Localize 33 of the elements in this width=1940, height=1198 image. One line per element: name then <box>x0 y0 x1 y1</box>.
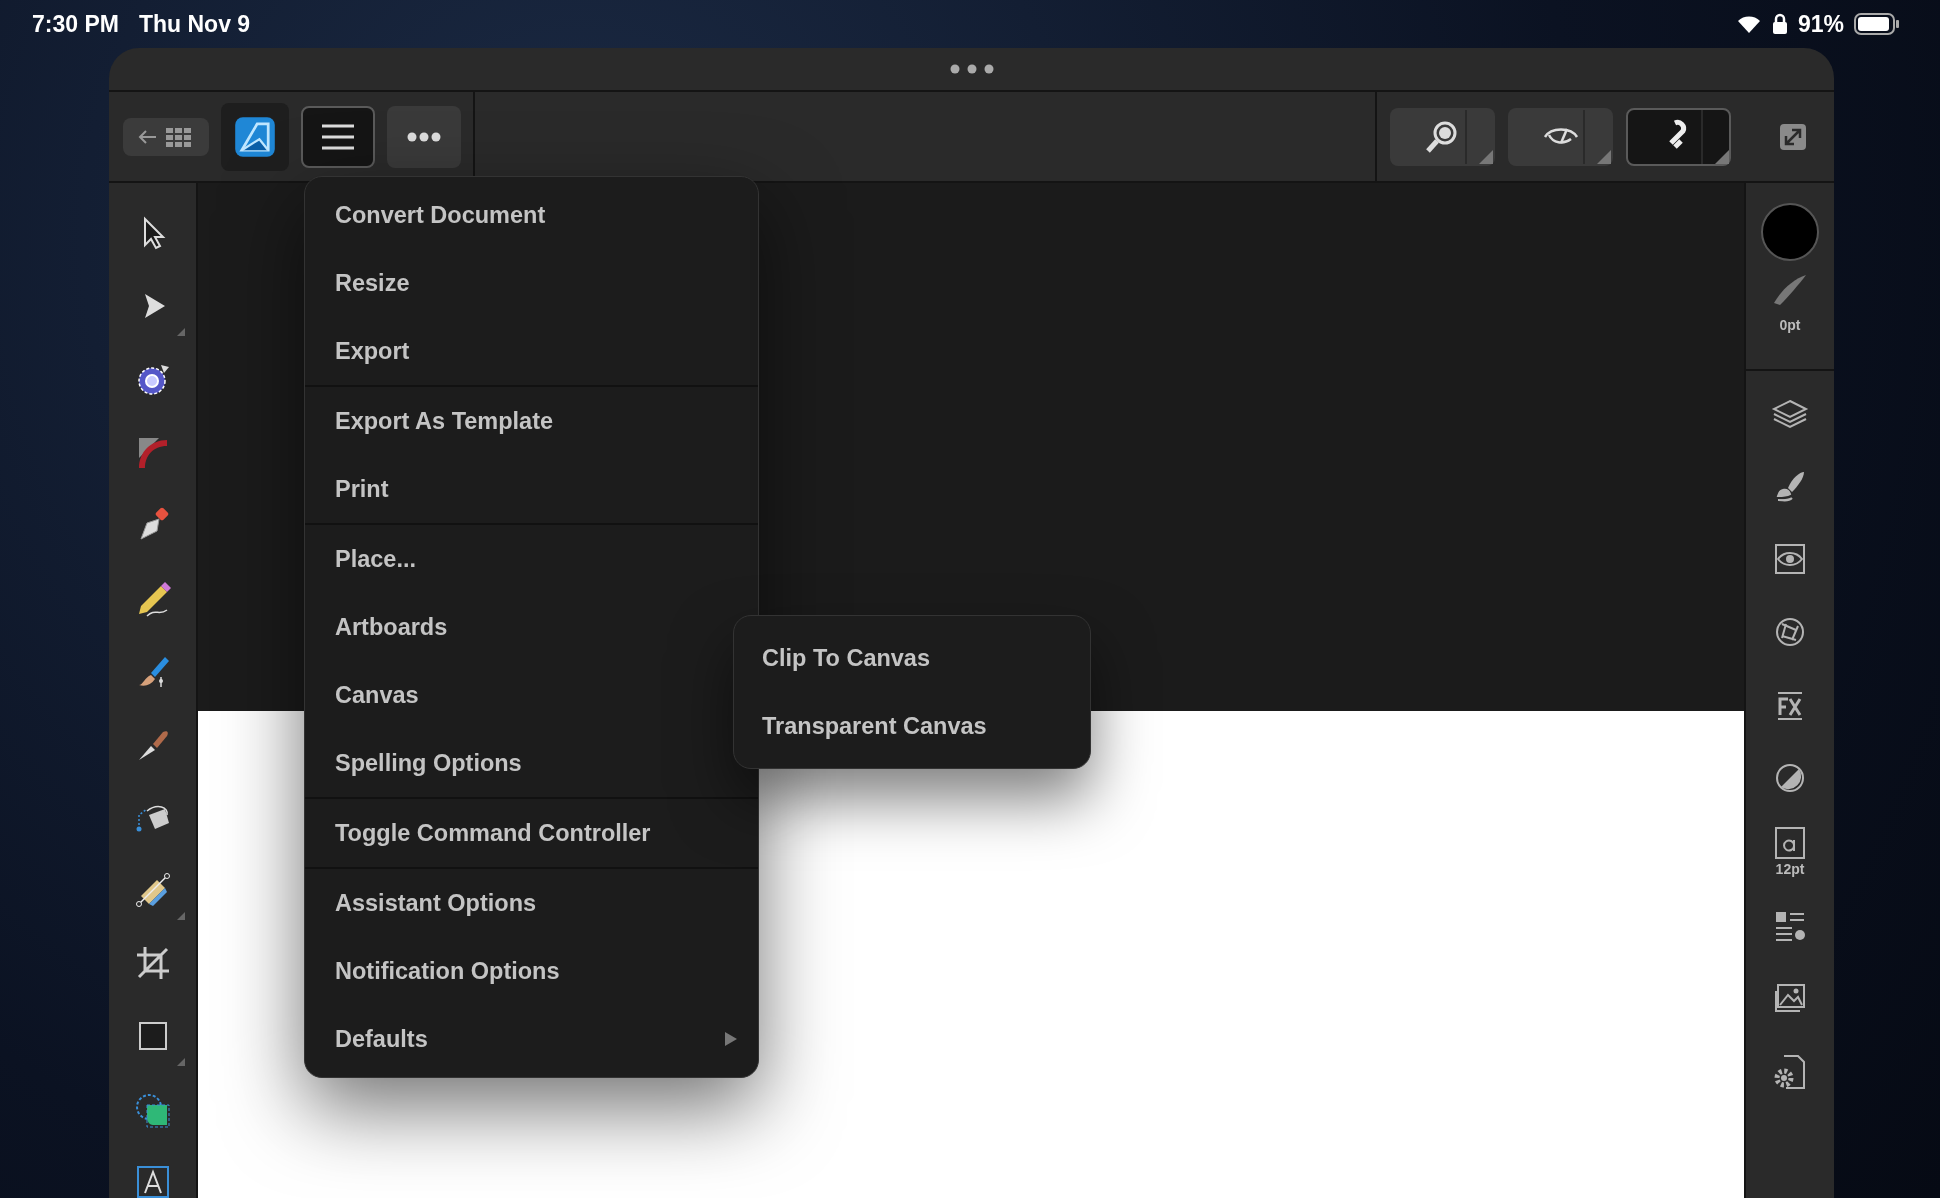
view-button[interactable] <box>1508 107 1613 166</box>
menu-item[interactable]: Assistant Options <box>305 869 758 937</box>
expand-icon[interactable] <box>1778 121 1808 152</box>
menu-item[interactable]: Print <box>305 455 758 525</box>
menu-item[interactable]: Toggle Command Controller <box>305 799 758 869</box>
menu-item[interactable]: Place... <box>305 525 758 593</box>
menu-item[interactable]: Export As Template <box>305 387 758 455</box>
battery-percent: 91% <box>1797 10 1844 38</box>
menu-item[interactable]: Export <box>305 317 758 387</box>
window-handle-icon[interactable] <box>949 64 994 74</box>
battery-icon <box>1854 13 1900 35</box>
submenu-arrow-icon <box>724 1031 738 1047</box>
menu-item[interactable]: Notification Options <box>305 937 758 1005</box>
lock-icon <box>1771 13 1788 35</box>
snapping-button[interactable] <box>1626 107 1731 166</box>
stroke-width-label: 0pt <box>1779 317 1801 333</box>
menu-item[interactable]: Resize <box>305 249 758 317</box>
corner-triangle-icon <box>176 1058 185 1066</box>
status-time: 7:30 PM <box>32 10 119 38</box>
corner-triangle-icon <box>176 912 185 920</box>
back-button[interactable] <box>123 117 209 156</box>
menu-item[interactable]: Clip To Canvas <box>734 624 1090 692</box>
status-date: Thu Nov 9 <box>138 10 251 38</box>
more-button[interactable] <box>387 105 461 168</box>
app-button[interactable] <box>221 102 289 171</box>
zoom-button[interactable] <box>1390 107 1495 166</box>
corner-triangle-icon <box>176 328 185 336</box>
color-well[interactable] <box>1761 203 1819 261</box>
menu-item[interactable]: Defaults <box>305 1005 758 1073</box>
menu-item[interactable]: Convert Document <box>305 181 758 249</box>
text-size-label: 12pt <box>1775 861 1805 877</box>
app-logo-icon <box>233 114 277 159</box>
menu-button[interactable] <box>301 105 375 168</box>
